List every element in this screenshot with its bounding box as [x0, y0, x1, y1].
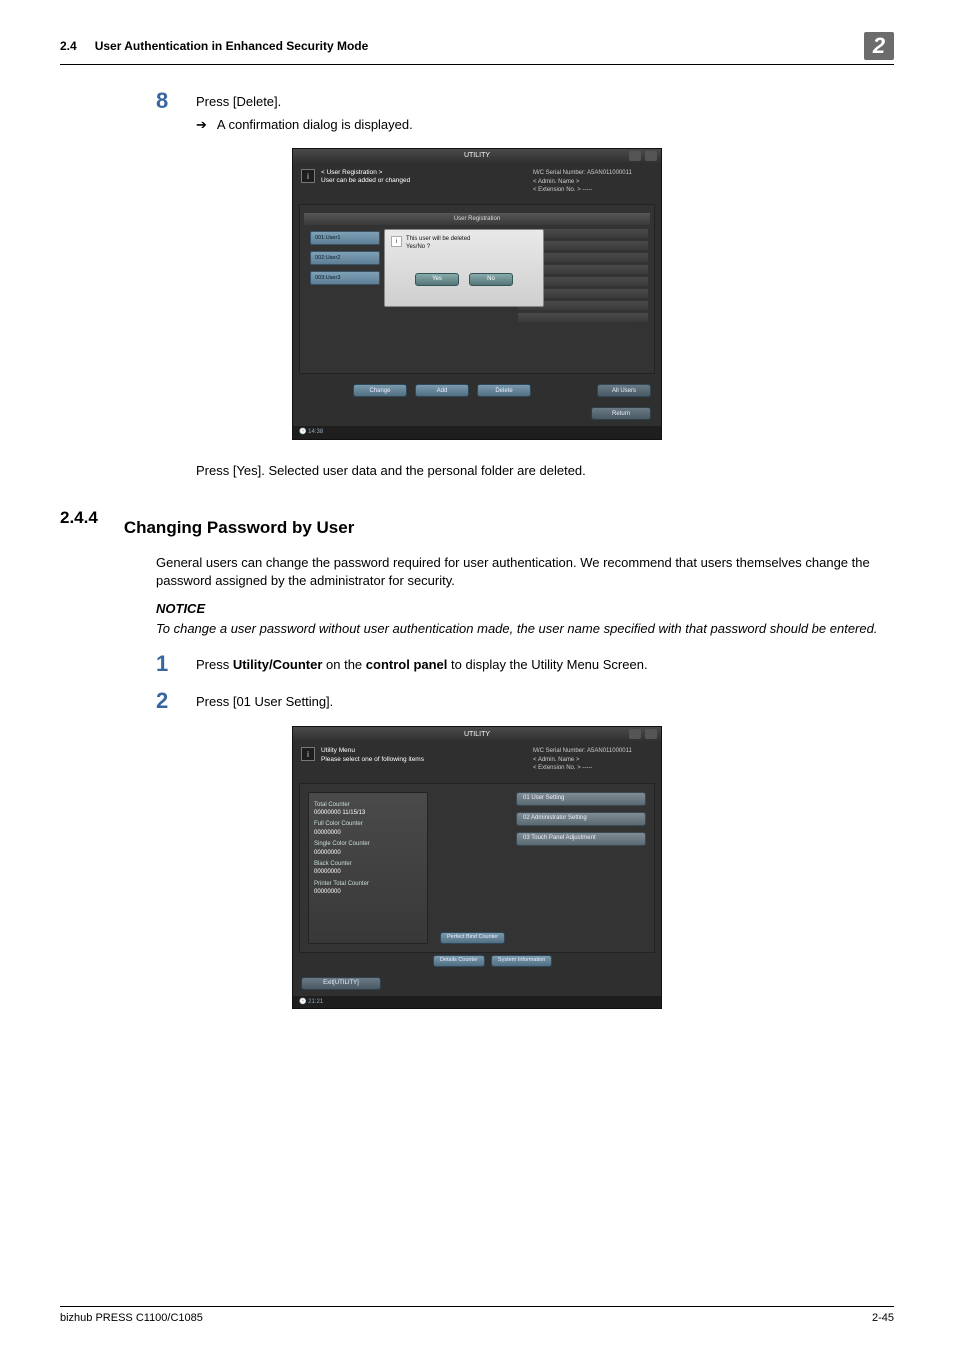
footer-product: bizhub PRESS C1100/C1085 [60, 1311, 203, 1326]
shot1-head-line1: < User Registration > [321, 169, 410, 177]
info-icon: i [301, 169, 315, 183]
step-2-text: Press [01 User Setting]. [196, 689, 333, 711]
titlebar-icon [645, 151, 657, 161]
shot2-mc-serial: M/C Serial Number: A5AN011000011 [533, 747, 653, 755]
shot1-head-line2: User can be added or changed [321, 177, 410, 185]
dialog-line2: Yes/No ? [406, 244, 470, 251]
arrow-icon: ➔ [196, 116, 207, 134]
user-row-2[interactable]: 002:User2 [310, 251, 380, 265]
shot1-ext-no: < Extension No. > ----- [533, 186, 653, 194]
clock-icon: 🕒 [299, 429, 306, 435]
shot1-admin-name: < Admin. Name > [533, 178, 653, 186]
titlebar-icon [629, 729, 641, 739]
shot2-head-line2: Please select one of following items [321, 756, 424, 764]
panel-title: User Registration [304, 213, 650, 225]
shot1-mc-serial: M/C Serial Number: A5AN011000011 [533, 169, 653, 177]
step-8-number: 8 [156, 89, 196, 112]
section-2.4.4-title: Changing Password by User [124, 516, 355, 540]
system-information-button[interactable]: System Information [491, 955, 552, 967]
chapter-badge: 2 [864, 32, 894, 60]
header-section-number: 2.4 [60, 38, 77, 55]
no-button[interactable]: No [469, 273, 513, 286]
step-1-number: 1 [156, 652, 196, 675]
counters-panel: Total Counter 00000000 11/15/13 Full Col… [308, 792, 428, 944]
exit-utility-button[interactable]: Exit[UTILITY] [301, 977, 381, 990]
footer-page-number: 2-45 [872, 1311, 894, 1326]
step-1-text: Press Utility/Counter on the control pan… [196, 652, 648, 674]
after-shot1-text: Press [Yes]. Selected user data and the … [196, 462, 894, 480]
menu-03-touch-panel[interactable]: 03 Touch Panel Adjustment [516, 832, 646, 846]
shot2-admin-name: < Admin. Name > [533, 756, 653, 764]
step-8-result: A confirmation dialog is displayed. [217, 116, 413, 134]
shot2-head-line1: Utility Menu [321, 747, 424, 755]
add-button[interactable]: Add [415, 384, 469, 397]
notice-label: NOTICE [156, 600, 894, 618]
utility-title: UTILITY [464, 730, 490, 740]
section-2.4.4-number: 2.4.4 [60, 506, 98, 552]
perfect-bind-counter-button[interactable]: Perfect Bind Counter [440, 932, 505, 944]
dialog-line1: This user will be deleted [406, 236, 470, 243]
screenshot-utility-menu: UTILITY i Utility Menu Please select one… [292, 726, 662, 1009]
titlebar-icon [645, 729, 657, 739]
user-row-1[interactable]: 001:User1 [310, 231, 380, 245]
titlebar-icon [629, 151, 641, 161]
notice-body: To change a user password without user a… [156, 620, 894, 638]
menu-01-user-setting[interactable]: 01 User Setting [516, 792, 646, 806]
change-button[interactable]: Change [353, 384, 407, 397]
info-icon: i [301, 747, 315, 761]
return-button[interactable]: Return [591, 407, 651, 420]
step-8-text: Press [Delete]. [196, 89, 281, 111]
step-2-number: 2 [156, 689, 196, 712]
shot1-time: 14:38 [308, 429, 323, 435]
confirm-dialog: i This user will be deleted Yes/No ? Yes… [384, 229, 544, 307]
header-section-title: User Authentication in Enhanced Security… [95, 38, 864, 55]
delete-button[interactable]: Delete [477, 384, 531, 397]
all-users-button[interactable]: All Users [597, 384, 651, 397]
shot2-ext-no: < Extension No. > ----- [533, 764, 653, 772]
utility-title: UTILITY [464, 151, 490, 161]
menu-02-admin-setting[interactable]: 02 Administrator Setting [516, 812, 646, 826]
yes-button[interactable]: Yes [415, 273, 459, 286]
shot2-time: 21:21 [308, 999, 323, 1005]
details-counter-button[interactable]: Details Counter [433, 955, 485, 967]
section-2.4.4-paragraph: General users can change the password re… [156, 554, 894, 590]
clock-icon: 🕒 [299, 999, 306, 1005]
screenshot-user-registration: UTILITY i < User Registration > User can… [292, 148, 662, 440]
info-icon: i [391, 236, 402, 247]
user-row-3[interactable]: 003:User3 [310, 271, 380, 285]
